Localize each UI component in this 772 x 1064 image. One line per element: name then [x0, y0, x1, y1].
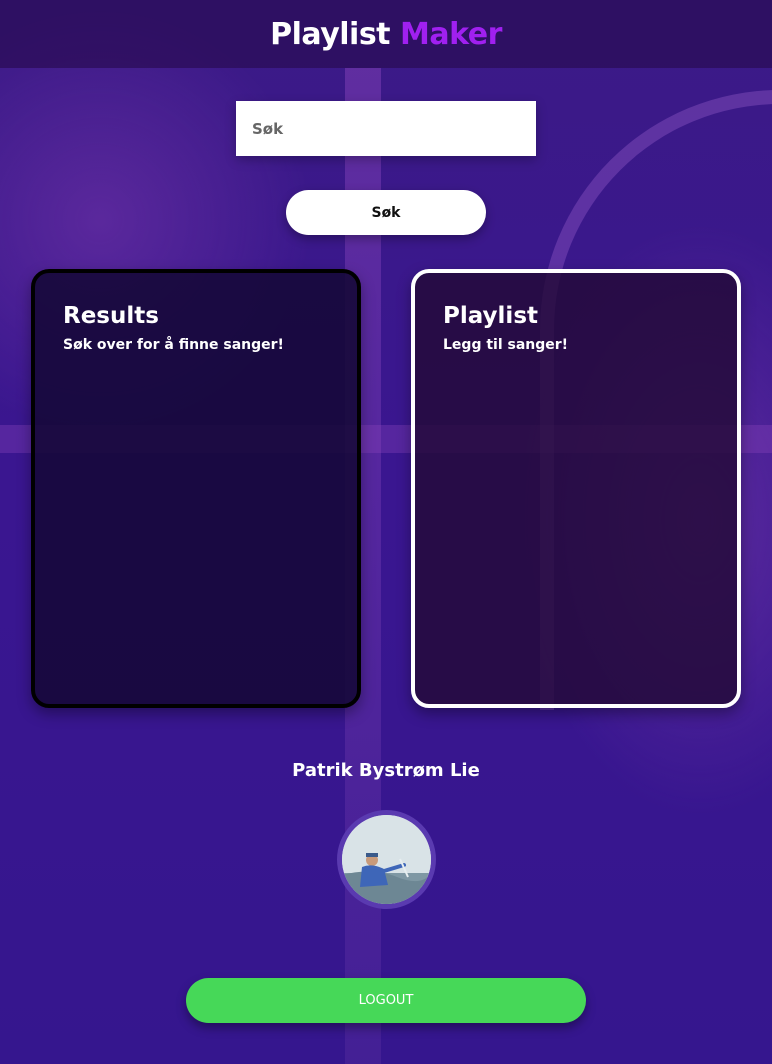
app-header: Playlist Maker	[0, 0, 772, 68]
user-name: Patrik Bystrøm Lie	[292, 760, 480, 781]
avatar[interactable]	[337, 810, 436, 909]
app-title: Playlist Maker	[270, 17, 502, 52]
results-heading: Results	[63, 303, 159, 329]
playlist-panel: Playlist Legg til sanger!	[411, 269, 741, 708]
playlist-heading: Playlist	[443, 303, 538, 329]
app-title-main: Playlist	[270, 16, 391, 52]
playlist-hint: Legg til sanger!	[443, 337, 569, 353]
logout-button[interactable]: LOGOUT	[186, 978, 586, 1023]
search-button[interactable]: Søk	[286, 190, 486, 235]
app-title-accent: Maker	[399, 16, 502, 52]
search-input[interactable]	[236, 101, 536, 156]
results-panel: Results Søk over for å finne sanger!	[31, 269, 361, 708]
user-avatar-icon	[342, 815, 431, 904]
results-hint: Søk over for å finne sanger!	[63, 337, 284, 353]
